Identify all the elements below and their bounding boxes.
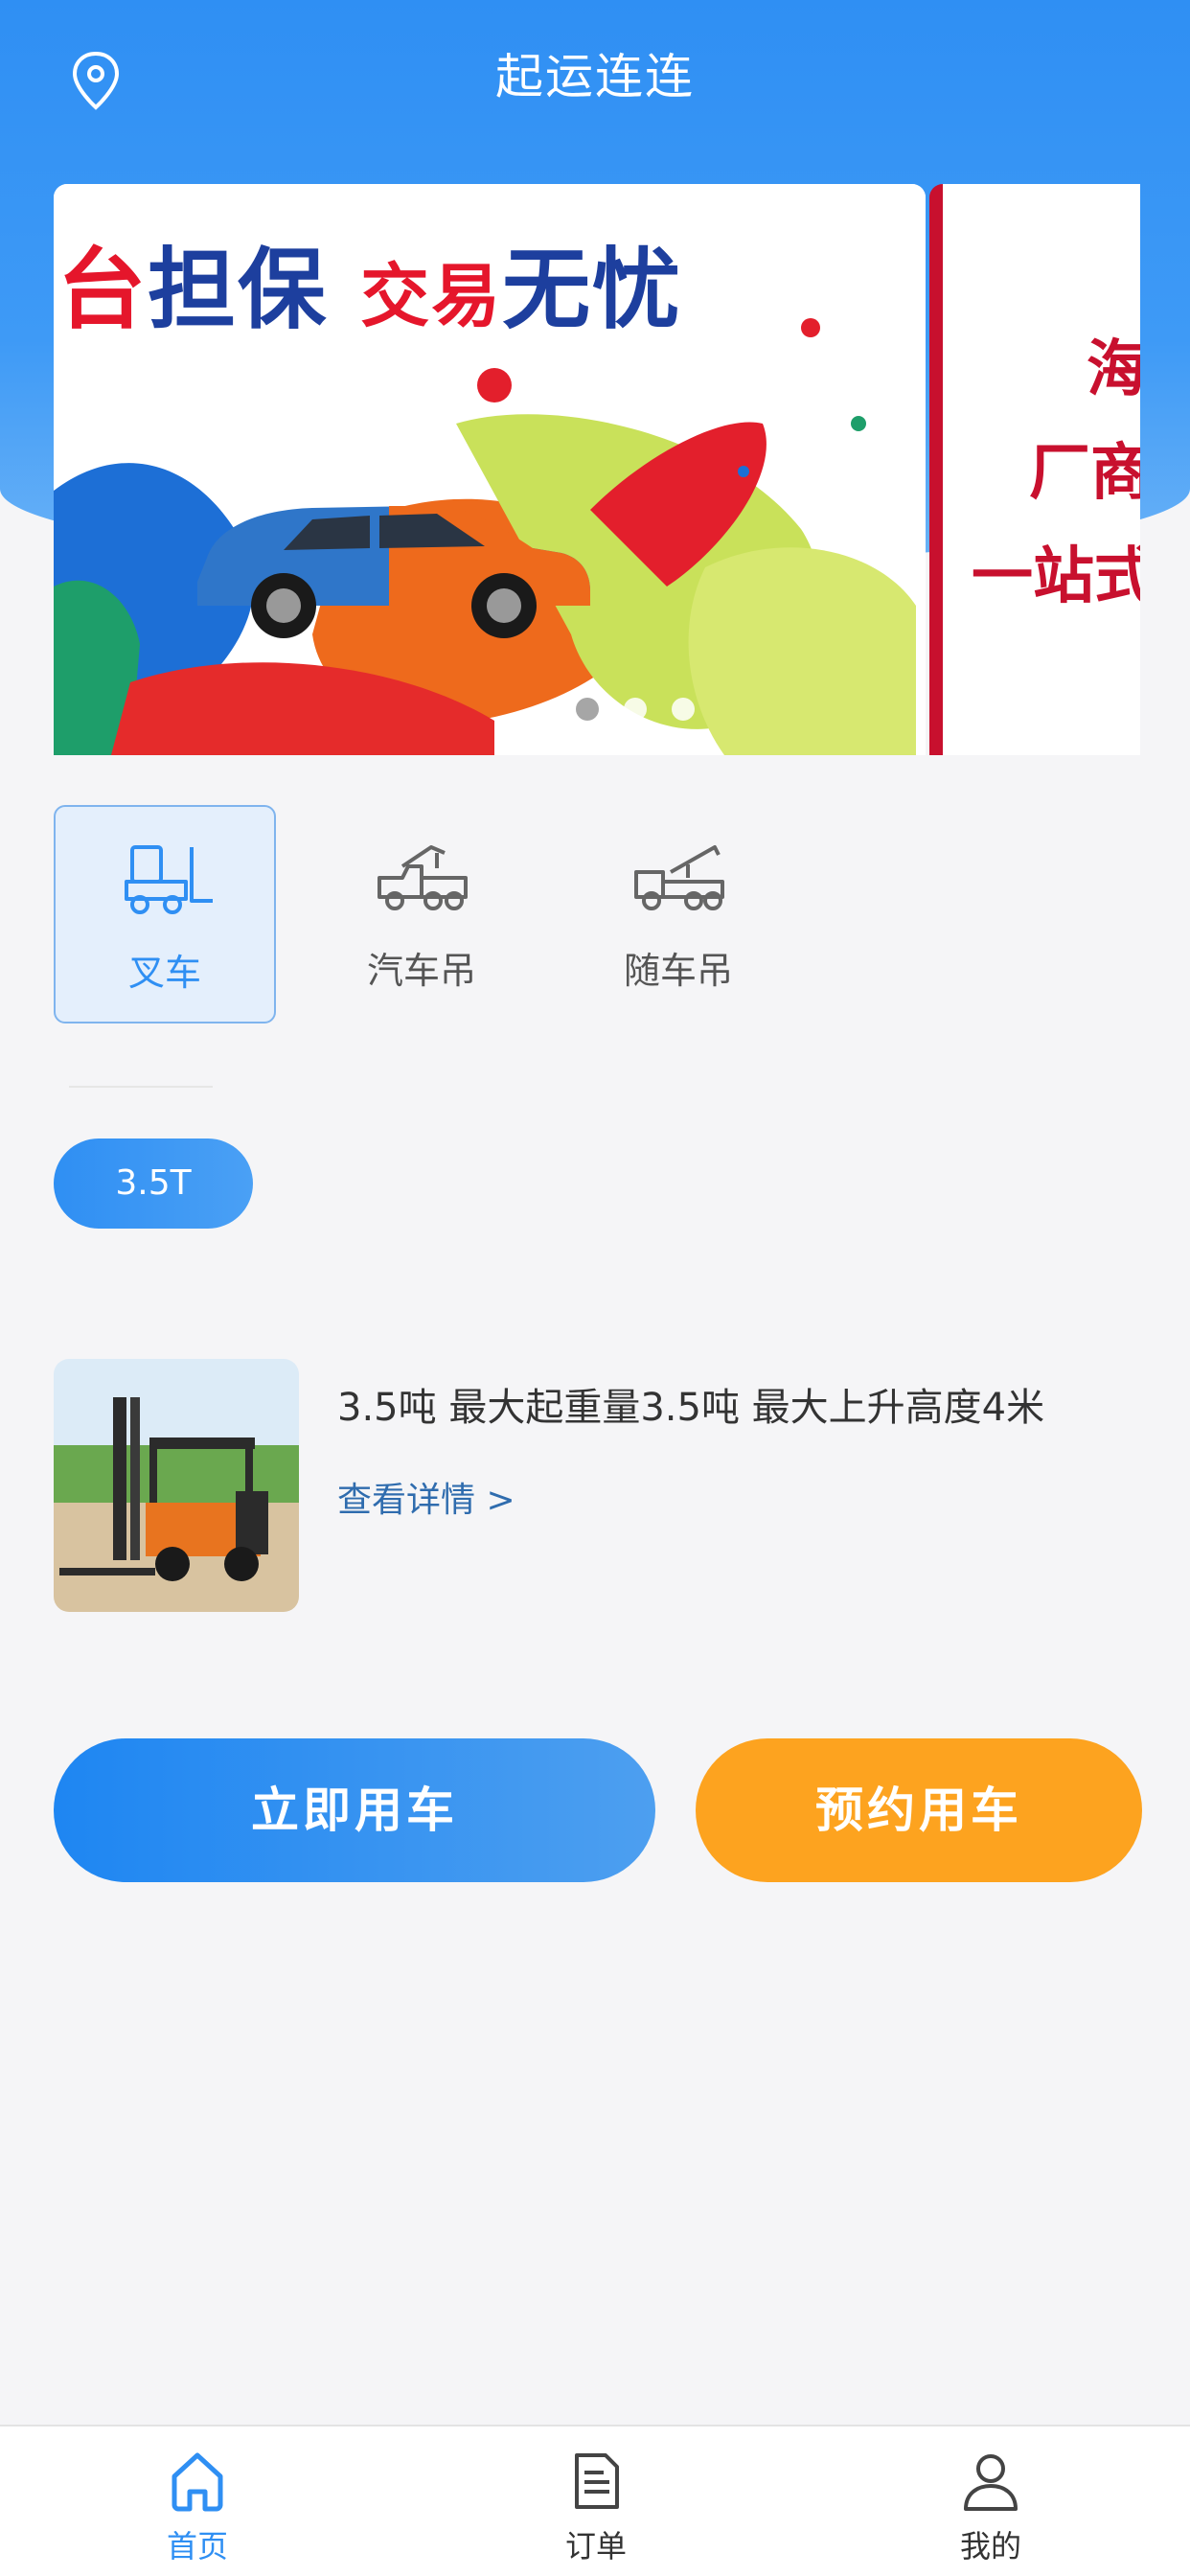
tab-home[interactable]: 首页 <box>102 2426 293 2576</box>
banner-headline-part: 无忧 <box>502 239 683 341</box>
banner-slide-next[interactable]: 海 厂商 一站式 <box>929 184 1140 755</box>
forklift-photo <box>54 1359 299 1612</box>
banner-headline-part: 担保 <box>148 239 329 341</box>
carousel-dot[interactable] <box>672 698 695 721</box>
banner-slide-next-text: 海 厂商 一站式 <box>972 318 1140 629</box>
carousel-dot[interactable] <box>624 698 647 721</box>
banner-slide-line: 厂商 <box>1029 438 1140 509</box>
home-icon <box>172 2452 223 2512</box>
category-label: 叉车 <box>127 952 201 994</box>
tab-label: 首页 <box>166 2528 228 2564</box>
banner-headline-part: 交易 <box>360 256 503 336</box>
truck-crane-icon <box>378 845 468 910</box>
banner-slide-line: 一站式 <box>972 541 1140 612</box>
category-forklift[interactable]: 叉车 <box>54 805 276 1024</box>
order-document-icon <box>575 2453 619 2509</box>
carousel-pagination[interactable] <box>576 698 695 721</box>
category-truck-mounted-crane[interactable]: 随车吊 <box>567 805 790 1024</box>
tonnage-chip[interactable]: 3.5T <box>54 1138 253 1229</box>
forklift-icon <box>125 845 213 914</box>
banner-slide-line: 海 <box>972 318 1140 422</box>
banner-carousel[interactable]: 台担保 交易无忧 海 厂商 一站式 <box>54 184 1140 755</box>
use-now-button[interactable]: 立即用车 <box>54 1738 655 1882</box>
carousel-dot[interactable] <box>576 698 599 721</box>
banner-headline: 台担保 交易无忧 <box>57 218 682 346</box>
view-details-link[interactable]: 查看详情 > <box>337 1472 515 1522</box>
page-title: 起运连连 <box>495 49 695 104</box>
truck-mounted-crane-icon <box>634 845 724 910</box>
banner-slide[interactable]: 台担保 交易无忧 <box>54 184 926 755</box>
user-profile-icon <box>964 2454 1018 2511</box>
tab-label: 订单 <box>564 2528 627 2564</box>
tab-label: 我的 <box>959 2528 1021 2564</box>
banner-headline-part: 台 <box>57 239 149 341</box>
category-divider <box>69 1086 213 1088</box>
tab-profile[interactable]: 我的 <box>895 2426 1087 2576</box>
category-label: 汽车吊 <box>366 950 476 992</box>
product-image[interactable] <box>54 1359 299 1612</box>
product-description: 3.5吨 最大起重量3.5吨 最大上升高度4米 <box>337 1386 1045 1430</box>
category-label: 随车吊 <box>623 950 733 992</box>
tab-orders[interactable]: 订单 <box>500 2426 692 2576</box>
category-truck-crane[interactable]: 汽车吊 <box>310 805 533 1024</box>
book-button[interactable]: 预约用车 <box>696 1738 1142 1882</box>
bottom-tab-bar: 首页 订单 我的 <box>0 2425 1190 2576</box>
